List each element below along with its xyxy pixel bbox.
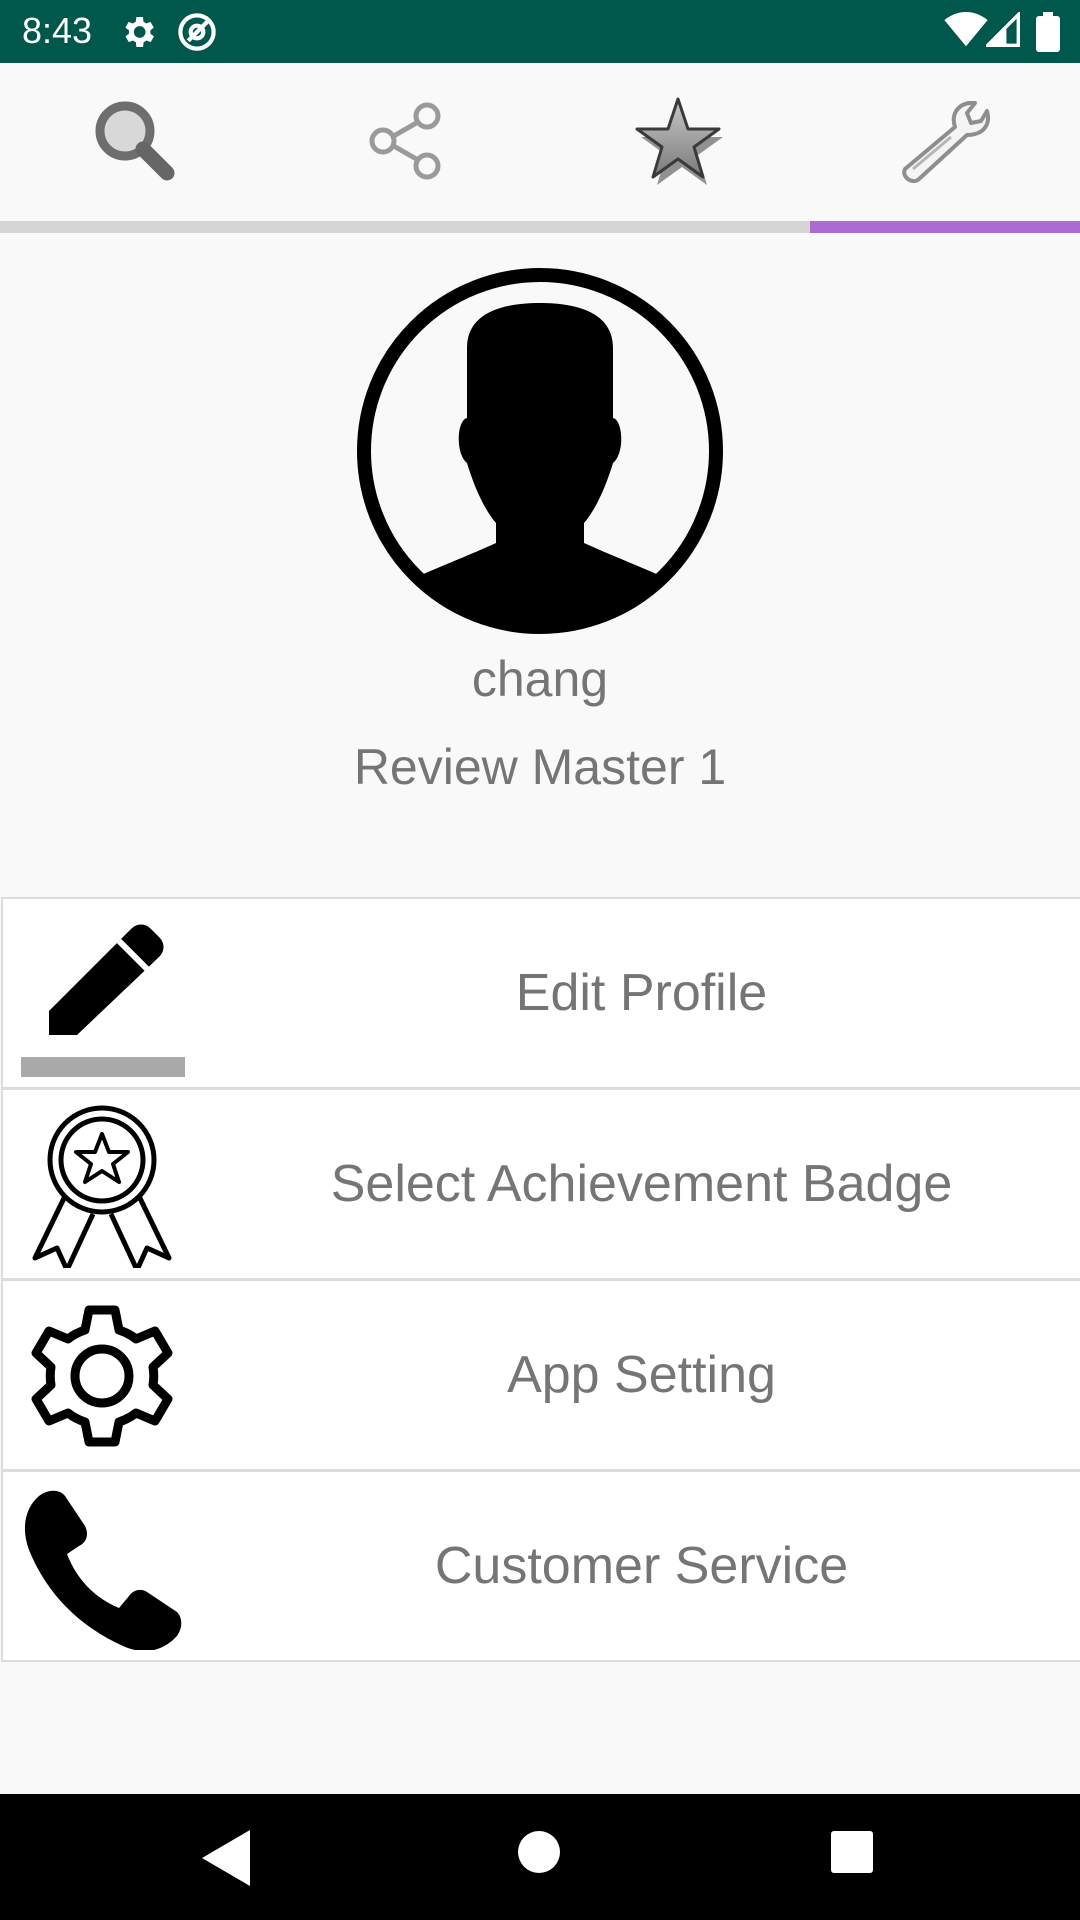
menu-label: Select Achievement Badge: [330, 1155, 953, 1213]
wifi-icon: [944, 12, 988, 47]
recents-icon[interactable]: [830, 1830, 874, 1874]
wrench-icon: [902, 101, 990, 184]
menu-item-app-setting[interactable]: App Setting: [3, 1281, 1080, 1472]
phone-icon: [24, 1490, 182, 1650]
user-silhouette-icon[interactable]: [357, 268, 723, 634]
signal-icon: [986, 12, 1020, 47]
menu-label: App Setting: [507, 1346, 776, 1404]
username: chang: [471, 651, 609, 707]
at-icon: [178, 13, 216, 51]
status-time: 8:43: [22, 10, 93, 51]
star-icon: [635, 97, 723, 185]
user-rank: Review Master 1: [353, 739, 727, 795]
menu-label: Edit Profile: [515, 964, 768, 1022]
settings-menu: Edit Profile Select Achievement Badge Ap…: [1, 897, 1080, 1662]
pencil-icon: [21, 924, 185, 1077]
navigation-bar: [0, 1794, 1080, 1920]
tab-share[interactable]: [270, 63, 540, 223]
menu-item-achievement-badge[interactable]: Select Achievement Badge: [3, 1090, 1080, 1281]
status-bar: 8:43: [0, 0, 1080, 63]
tab-indicator: [810, 221, 1080, 233]
tab-bar: [0, 63, 1080, 233]
search-icon: [95, 101, 175, 181]
tab-search[interactable]: [0, 63, 270, 223]
battery-icon: [1036, 12, 1060, 52]
tab-favorites[interactable]: [540, 63, 810, 223]
menu-item-customer-service[interactable]: Customer Service: [3, 1472, 1080, 1660]
badge-icon: [32, 1105, 172, 1268]
menu-label: Customer Service: [434, 1537, 849, 1595]
home-icon[interactable]: [517, 1830, 561, 1874]
menu-item-edit-profile[interactable]: Edit Profile: [3, 899, 1080, 1090]
tab-settings[interactable]: [810, 63, 1080, 223]
gear-icon: [31, 1305, 173, 1447]
gear-icon: [125, 17, 154, 47]
back-icon[interactable]: [202, 1830, 252, 1886]
share-icon: [369, 102, 441, 180]
